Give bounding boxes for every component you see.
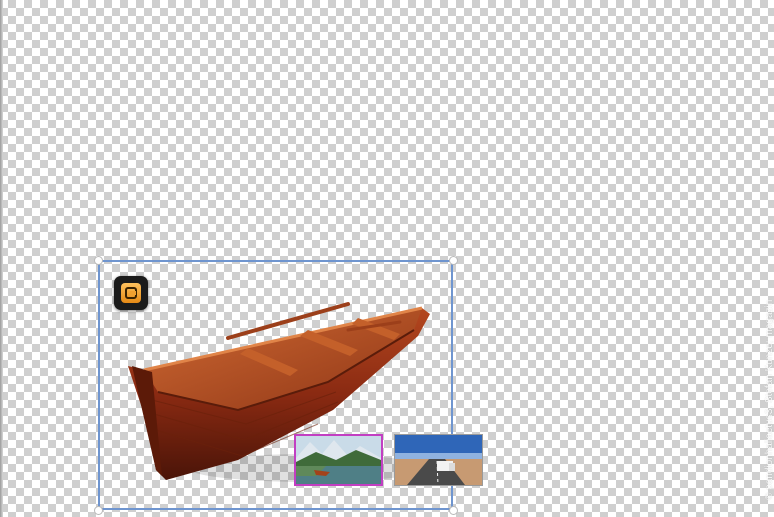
layer-link-icon[interactable] [114, 276, 148, 310]
resize-handle-bottom-left[interactable] [94, 506, 103, 515]
resize-handle-top-left[interactable] [94, 256, 103, 265]
image-icon [395, 435, 482, 485]
copyright-watermark: © pandionhaliaetus3, Stefan Kunze; magaz… [764, 299, 774, 500]
road-thumbnail[interactable] [394, 434, 483, 486]
layer-badge-glyph [121, 283, 141, 303]
image-icon [296, 436, 381, 484]
resize-handle-bottom-right[interactable] [449, 506, 458, 515]
link-icon [125, 287, 137, 299]
canvas-edge [0, 0, 3, 517]
lake-thumbnail[interactable] [294, 434, 383, 486]
resize-handle-top-right[interactable] [449, 256, 458, 265]
